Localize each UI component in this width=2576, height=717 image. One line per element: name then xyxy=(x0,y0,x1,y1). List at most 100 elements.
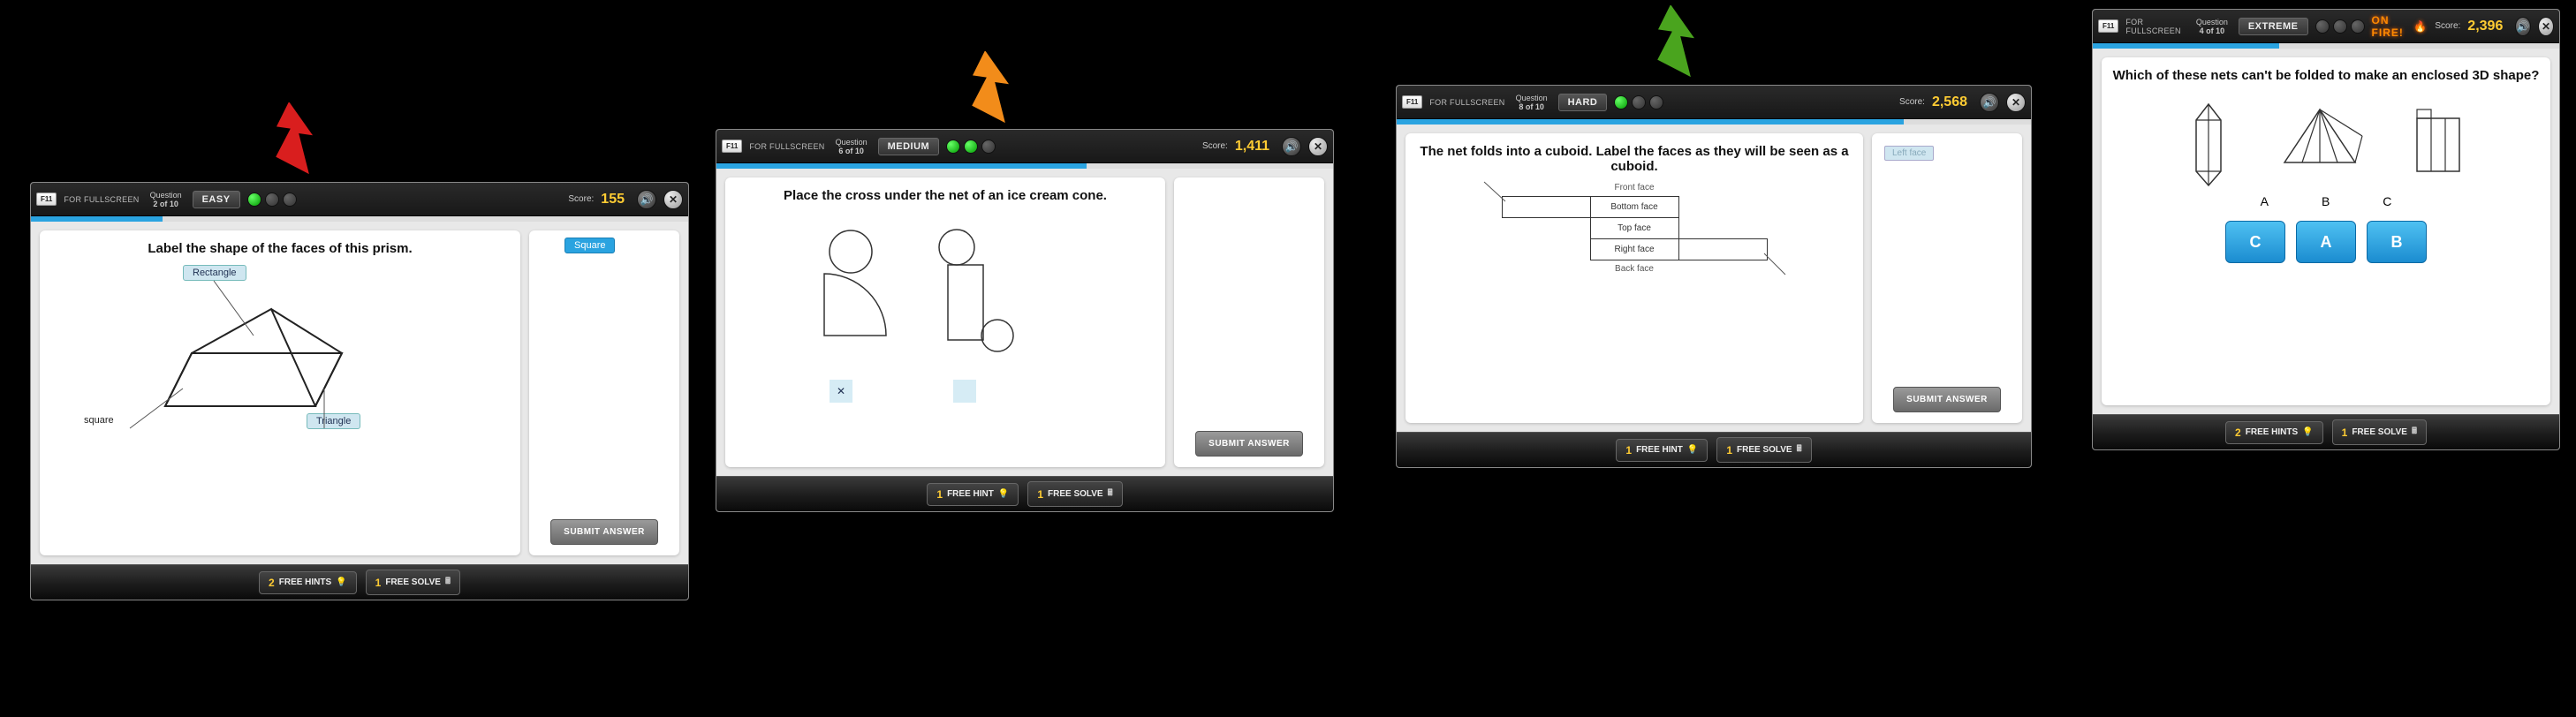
net-cell[interactable] xyxy=(1678,239,1767,260)
dot-icon xyxy=(1632,95,1646,109)
difficulty-badge: MEDIUM xyxy=(878,138,940,155)
question-card: Label the shape of the faces of this pri… xyxy=(40,230,520,555)
question-prompt: Label the shape of the faces of this pri… xyxy=(50,241,510,256)
sound-icon[interactable]: 🔊 xyxy=(637,190,656,209)
score-value: 1,411 xyxy=(1235,139,1269,155)
submit-button[interactable]: SUBMIT ANSWER xyxy=(1893,387,2001,412)
hints-button[interactable]: 1 FREE HINT 💡 xyxy=(1616,439,1708,462)
dot-icon xyxy=(2333,19,2347,34)
f11-button[interactable]: F11 xyxy=(36,192,57,206)
dot-icon xyxy=(2351,19,2365,34)
cuboid-net[interactable]: Bottom face Top face Right face xyxy=(1502,196,1768,260)
answer-card: SUBMIT ANSWER xyxy=(1174,177,1324,467)
bottombar: 2 FREE HINTS 💡 1 FREE SOLVE 🖩 xyxy=(31,564,688,600)
score-label: Score: xyxy=(1202,141,1228,151)
score-value: 155 xyxy=(601,192,625,208)
dot-icon xyxy=(247,192,261,207)
bottombar: 2 FREE HINTS 💡 1 FREE SOLVE 🖩 xyxy=(2093,414,2559,449)
bulb-icon: 💡 xyxy=(336,577,346,587)
hints-button[interactable]: 2 FREE HINTS 💡 xyxy=(2225,421,2323,444)
question-counter: Question 2 of 10 xyxy=(147,191,186,208)
difficulty-dots xyxy=(2315,19,2365,34)
question-card: The net folds into a cuboid. Label the f… xyxy=(1405,133,1863,423)
solve-button[interactable]: 1 FREE SOLVE 🖩 xyxy=(2332,419,2427,445)
close-icon[interactable]: ✕ xyxy=(1308,137,1328,156)
screen-easy: F11 FOR FULLSCREEN Question 2 of 10 EASY… xyxy=(30,182,689,600)
arrow-orange xyxy=(952,51,1032,140)
prism-figure xyxy=(50,274,510,477)
close-icon[interactable]: ✕ xyxy=(663,190,683,209)
submit-button[interactable]: SUBMIT ANSWER xyxy=(550,519,658,545)
fire-icon: 🔥 xyxy=(2413,20,2428,33)
dot-icon xyxy=(1614,95,1628,109)
net-label-C: C xyxy=(2383,194,2391,208)
topbar: F11 FOR FULLSCREEN Question 6 of 10 MEDI… xyxy=(716,130,1333,163)
arrow-red xyxy=(256,102,327,191)
sound-icon[interactable]: 🔊 xyxy=(1980,93,1999,112)
submit-button[interactable]: SUBMIT ANSWER xyxy=(1195,431,1303,457)
difficulty-dots xyxy=(946,140,996,154)
net-cell[interactable] xyxy=(1502,197,1590,218)
answer-button-B[interactable]: B xyxy=(2367,221,2427,263)
cross-marker[interactable]: ✕ xyxy=(830,380,852,403)
dot-icon xyxy=(946,140,960,154)
net-letters-row: A B C xyxy=(2112,194,2540,208)
net-face-bottom[interactable]: Bottom face xyxy=(1590,197,1678,218)
net-A-figure xyxy=(2182,101,2235,189)
dot-icon xyxy=(265,192,279,207)
calculator-icon: 🖩 xyxy=(2412,425,2417,440)
net-C-figure xyxy=(2408,101,2470,189)
close-icon[interactable]: ✕ xyxy=(2006,93,2026,112)
bottombar: 1 FREE HINT 💡 1 FREE SOLVE 🖩 xyxy=(716,476,1333,511)
f11-button[interactable]: F11 xyxy=(1402,95,1422,109)
net-face-right[interactable]: Right face xyxy=(1590,239,1678,260)
fullscreen-label: FOR FULLSCREEN xyxy=(749,142,824,151)
calculator-icon: 🖩 xyxy=(445,575,451,590)
screen-extreme: F11 FOR FULLSCREEN Question 4 of 10 EXTR… xyxy=(2092,9,2560,450)
fullscreen-label: FOR FULLSCREEN xyxy=(1429,98,1504,107)
answer-buttons-row: C A B xyxy=(2112,221,2540,263)
sound-icon[interactable]: 🔊 xyxy=(2515,17,2531,36)
answer-button-C[interactable]: C xyxy=(2225,221,2285,263)
net-B-figure xyxy=(2277,101,2366,189)
score-label: Score: xyxy=(2435,21,2460,31)
score-label: Score: xyxy=(568,194,594,204)
f11-button[interactable]: F11 xyxy=(2098,19,2118,33)
question-counter: Question 4 of 10 xyxy=(2193,18,2231,35)
difficulty-badge: HARD xyxy=(1558,94,1608,111)
question-prompt: The net folds into a cuboid. Label the f… xyxy=(1416,144,1852,174)
fullscreen-label: FOR FULLSCREEN xyxy=(64,195,139,204)
score-label: Score: xyxy=(1899,97,1925,107)
score-value: 2,396 xyxy=(2467,19,2503,34)
topbar: F11 FOR FULLSCREEN Question 2 of 10 EASY… xyxy=(31,183,688,216)
f11-button[interactable]: F11 xyxy=(722,140,742,153)
solve-button[interactable]: 1 FREE SOLVE 🖩 xyxy=(366,570,460,595)
difficulty-badge: EASY xyxy=(193,191,240,208)
answer-card: Square SUBMIT ANSWER xyxy=(529,230,679,555)
net-face-top[interactable]: Top face xyxy=(1590,218,1678,239)
solve-button[interactable]: 1 FREE SOLVE 🖩 xyxy=(1716,437,1811,463)
dot-icon xyxy=(1649,95,1663,109)
dot-icon xyxy=(964,140,978,154)
dot-icon xyxy=(981,140,996,154)
sound-icon[interactable]: 🔊 xyxy=(1282,137,1301,156)
leader-line-icon xyxy=(1481,178,1507,205)
draggable-tag-square[interactable]: Square xyxy=(564,238,615,253)
question-counter: Question 6 of 10 xyxy=(832,138,871,155)
question-card: Which of these nets can't be folded to m… xyxy=(2102,57,2550,405)
hints-button[interactable]: 2 FREE HINTS 💡 xyxy=(259,571,357,594)
arrow-green xyxy=(1638,5,1717,94)
fullscreen-label: FOR FULLSCREEN xyxy=(2125,18,2185,35)
topbar: F11 FOR FULLSCREEN Question 8 of 10 HARD… xyxy=(1397,86,2031,119)
solve-button[interactable]: 1 FREE SOLVE 🖩 xyxy=(1027,481,1122,507)
score-value: 2,568 xyxy=(1932,94,1967,110)
answer-card: Left face SUBMIT ANSWER xyxy=(1872,133,2022,423)
answer-button-A[interactable]: A xyxy=(2296,221,2356,263)
close-icon[interactable]: ✕ xyxy=(2538,17,2554,36)
question-card: Place the cross under the net of an ice … xyxy=(725,177,1165,467)
dropzone[interactable] xyxy=(953,380,976,403)
draggable-tag-leftface[interactable]: Left face xyxy=(1884,146,1934,161)
hints-button[interactable]: 1 FREE HINT 💡 xyxy=(927,483,1019,506)
bottombar: 1 FREE HINT 💡 1 FREE SOLVE 🖩 xyxy=(1397,432,2031,467)
difficulty-badge: EXTREME xyxy=(2239,18,2308,35)
